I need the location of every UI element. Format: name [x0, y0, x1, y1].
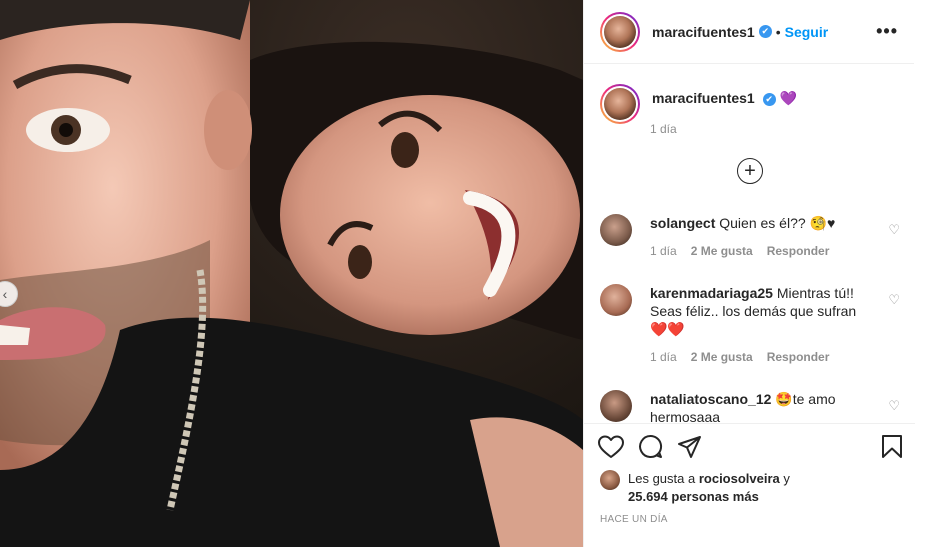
comment-time[interactable]: 1 día	[650, 244, 677, 258]
post-photo[interactable]: ‹	[0, 0, 583, 547]
comment-avatar[interactable]	[600, 284, 632, 316]
photo-illustration	[0, 0, 583, 547]
comment-text: Quien es él?? 🧐♥	[719, 215, 836, 231]
post-side-panel: maracifuentes1 ✔ • Seguir ••• maracifuen…	[583, 0, 915, 547]
comment-item: nataliatoscano_12 🤩te amo hermosaaa ♡	[600, 390, 900, 423]
comment-item: karenmadariaga25 Mientras tú!! Seas féli…	[600, 284, 900, 364]
comment-username[interactable]: karenmadariaga25	[650, 285, 773, 301]
reply-button[interactable]: Responder	[767, 244, 830, 258]
post-caption: maracifuentes1 ✔ 💜 1 día	[600, 84, 797, 136]
comment-likes[interactable]: 2 Me gusta	[691, 244, 753, 258]
comment-item: solangect Quien es él?? 🧐♥ 1 día 2 Me gu…	[600, 214, 900, 258]
more-options-icon[interactable]: •••	[876, 21, 898, 42]
comment-hearts: ❤️❤️	[650, 321, 685, 337]
comment-username[interactable]: nataliatoscano_12	[650, 391, 771, 407]
separator-dot: •	[775, 23, 781, 40]
follow-button[interactable]: Seguir	[785, 24, 829, 40]
share-icon[interactable]	[677, 435, 702, 459]
likes-suffix: y	[783, 471, 790, 486]
comment-icon[interactable]	[638, 434, 663, 459]
likes-count[interactable]: 25.694 personas más	[628, 488, 790, 506]
author-username[interactable]: maracifuentes1	[652, 24, 755, 40]
comment-avatar[interactable]	[600, 214, 632, 246]
author-avatar[interactable]	[600, 11, 640, 52]
bookmark-icon[interactable]	[881, 434, 903, 459]
comment-like-icon[interactable]: ♡	[888, 222, 900, 238]
comment-likes[interactable]: 2 Me gusta	[691, 350, 753, 364]
verified-badge-icon: ✔	[758, 25, 772, 38]
caption-username[interactable]: maracifuentes1	[652, 90, 755, 106]
comment-username[interactable]: solangect	[650, 215, 715, 231]
comment-like-icon[interactable]: ♡	[888, 398, 900, 414]
caption-text: 💜	[779, 90, 797, 106]
posted-time[interactable]: HACE UN DÍA	[600, 514, 668, 525]
verified-badge-icon: ✔	[762, 92, 776, 106]
heart-outline-icon[interactable]	[598, 435, 624, 459]
likes-prefix: Les gusta a	[628, 471, 696, 486]
comment-time[interactable]: 1 día	[650, 350, 677, 364]
comment-avatar[interactable]	[600, 390, 632, 422]
caption-avatar[interactable]	[600, 84, 640, 124]
liker-avatar[interactable]	[600, 470, 620, 490]
caption-time[interactable]: 1 día	[650, 122, 677, 136]
post-actions: Les gusta a rociosolveira y 25.694 perso…	[584, 423, 915, 547]
reply-button[interactable]: Responder	[767, 350, 830, 364]
liker-username[interactable]: rociosolveira	[699, 471, 780, 486]
comment-like-icon[interactable]: ♡	[888, 292, 900, 308]
likes-summary: Les gusta a rociosolveira y 25.694 perso…	[600, 470, 790, 506]
load-more-comments-button[interactable]: +	[737, 158, 763, 184]
post-header: maracifuentes1 ✔ • Seguir •••	[584, 0, 914, 64]
